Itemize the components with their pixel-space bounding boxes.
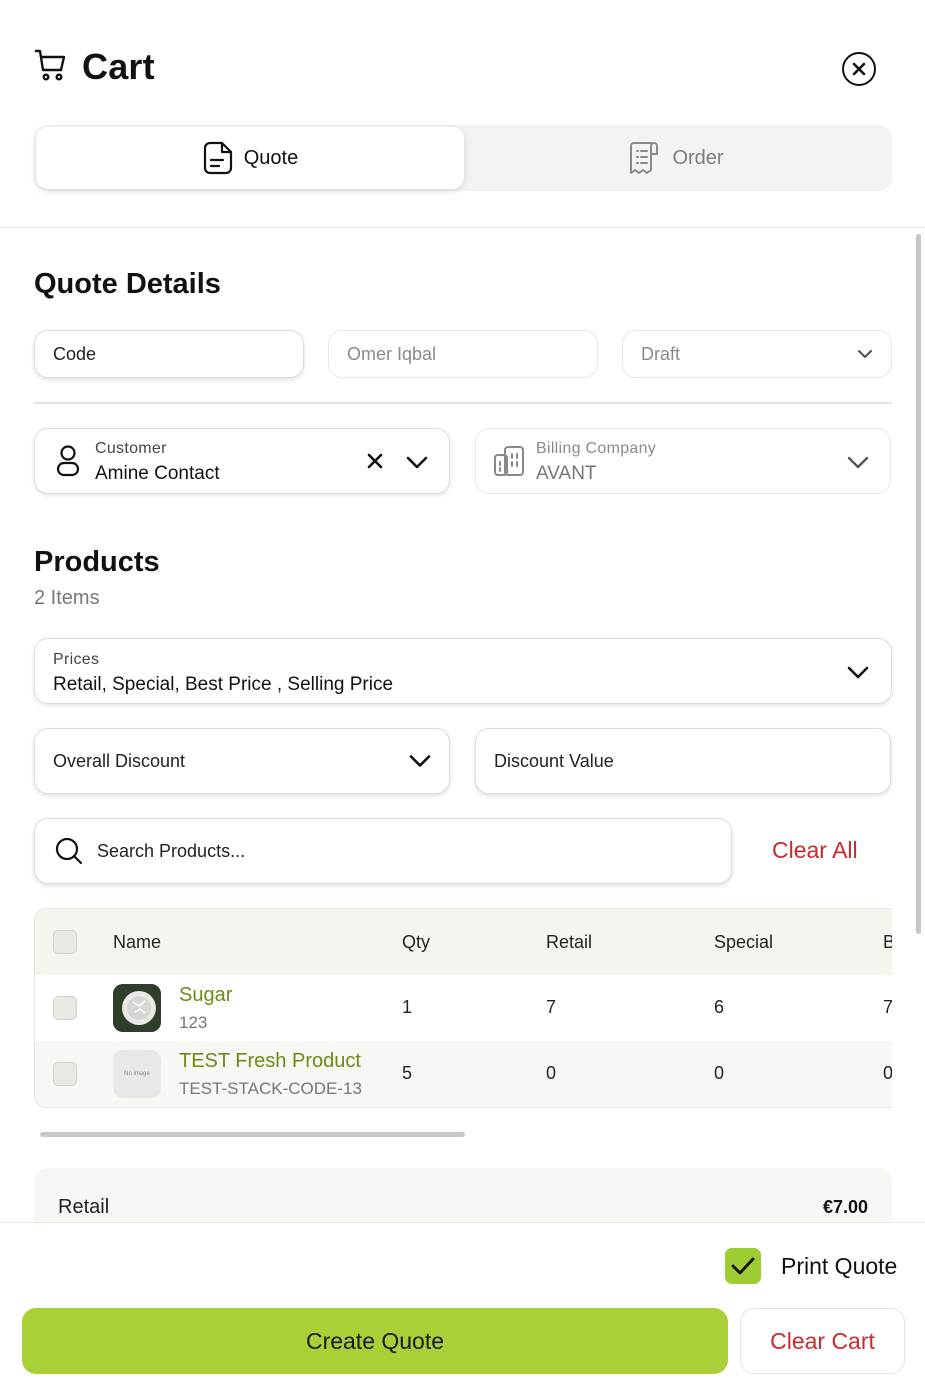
qty-cell[interactable]: 1 — [402, 997, 412, 1018]
prices-select[interactable]: Prices Retail, Special, Best Price , Sel… — [34, 638, 892, 704]
chevron-down-icon — [857, 349, 873, 359]
search-placeholder: Search Products... — [97, 840, 246, 861]
special-cell: 6 — [714, 997, 725, 1017]
chevron-down-icon — [847, 666, 869, 679]
close-icon — [852, 62, 866, 76]
cart-title: Cart — [34, 46, 155, 88]
tab-quote[interactable]: Quote — [36, 127, 464, 189]
vertical-scrollbar[interactable] — [916, 234, 921, 934]
column-special: Special — [714, 932, 774, 952]
print-quote-checkbox[interactable] — [725, 1248, 761, 1284]
qty-cell[interactable]: 5 — [402, 1063, 412, 1084]
print-quote-toggle[interactable]: Print Quote — [725, 1248, 897, 1284]
table-header: Name Qty Retail Special B — [35, 909, 892, 975]
no-image-text: No image — [124, 1071, 150, 1077]
best-cell: 0 — [883, 1063, 892, 1084]
clear-all-button[interactable]: Clear All — [772, 837, 858, 864]
table-row[interactable]: No image TEST Fresh Product TEST-STACK-C… — [35, 1041, 892, 1107]
billing-company-select[interactable]: Billing Company AVANT — [475, 428, 891, 494]
create-quote-button[interactable]: Create Quote — [22, 1308, 728, 1374]
customer-select[interactable]: Customer Amine Contact — [34, 428, 450, 494]
customer-label: Customer — [95, 440, 167, 457]
row-checkbox[interactable] — [53, 996, 77, 1020]
select-all-checkbox[interactable] — [53, 930, 77, 954]
print-quote-label: Print Quote — [781, 1252, 898, 1279]
tab-order[interactable]: Order — [462, 127, 890, 189]
prices-label: Prices — [53, 651, 100, 668]
cart-footer: Print Quote Create Quote Clear Cart — [0, 1222, 925, 1390]
divider — [34, 402, 892, 404]
horizontal-scrollbar[interactable] — [40, 1132, 465, 1137]
search-icon — [55, 837, 83, 865]
summary-label: Retail — [58, 1196, 110, 1218]
column-retail: Retail — [546, 932, 593, 952]
column-name: Name — [113, 932, 162, 952]
clear-cart-button[interactable]: Clear Cart — [740, 1308, 905, 1374]
overall-discount-select[interactable]: Overall Discount — [34, 728, 450, 794]
discount-value-placeholder: Discount Value — [494, 750, 614, 771]
prices-value: Retail, Special, Best Price , Selling Pr… — [53, 674, 394, 695]
retail-cell: 7 — [546, 997, 557, 1017]
user-icon — [56, 445, 80, 477]
product-sku: 123 — [179, 1013, 208, 1032]
owner-field: Omer Iqbal — [328, 330, 598, 378]
best-cell: 7 — [883, 997, 892, 1018]
product-name-link[interactable]: TEST Fresh Product — [179, 1050, 361, 1073]
tab-quote-label: Quote — [243, 146, 299, 169]
close-button[interactable] — [842, 52, 876, 86]
special-cell: 0 — [714, 1063, 725, 1083]
table-row[interactable]: Sugar 123 1 7 6 7 — [35, 975, 892, 1041]
products-title: Products — [34, 546, 160, 578]
receipt-icon — [630, 142, 659, 174]
product-sku: TEST-STACK-CODE-13 — [179, 1079, 362, 1098]
customer-value: Amine Contact — [95, 463, 220, 484]
document-icon — [203, 141, 232, 175]
clear-icon[interactable] — [367, 453, 383, 469]
column-qty: Qty — [402, 932, 431, 952]
status-select[interactable]: Draft — [622, 330, 892, 378]
quote-details-title: Quote Details — [34, 268, 221, 300]
owner-value: Omer Iqbal — [347, 343, 437, 364]
chevron-down-icon — [847, 456, 869, 469]
products-table: Name Qty Retail Special B Sugar 123 1 7 … — [34, 908, 892, 1108]
status-value: Draft — [641, 343, 681, 364]
product-thumbnail — [113, 984, 161, 1032]
billing-value: AVANT — [536, 463, 597, 484]
row-checkbox[interactable] — [53, 1062, 77, 1086]
tab-order-label: Order — [672, 146, 724, 169]
product-name-link[interactable]: Sugar — [179, 984, 232, 1007]
search-products-input[interactable]: Search Products... — [34, 818, 732, 884]
cart-icon — [34, 47, 68, 88]
summary-value: €7.00 — [822, 1197, 868, 1217]
billing-label: Billing Company — [536, 440, 657, 457]
code-input[interactable]: Code — [34, 330, 304, 378]
checkmark-icon — [731, 1257, 755, 1275]
product-thumbnail-placeholder: No image — [113, 1050, 161, 1098]
code-placeholder: Code — [53, 343, 97, 364]
products-count: 2 Items — [34, 587, 100, 609]
overall-discount-value: Overall Discount — [53, 750, 186, 771]
chevron-down-icon — [406, 456, 428, 469]
building-icon — [494, 446, 524, 476]
retail-cell: 0 — [546, 1063, 557, 1083]
chevron-down-icon — [409, 755, 431, 767]
column-best: B — [883, 932, 892, 953]
discount-value-input[interactable]: Discount Value — [475, 728, 891, 794]
page-title: Cart — [82, 46, 155, 87]
cart-header: Cart Quote Order — [0, 0, 925, 228]
tab-bar: Quote Order — [34, 125, 892, 191]
